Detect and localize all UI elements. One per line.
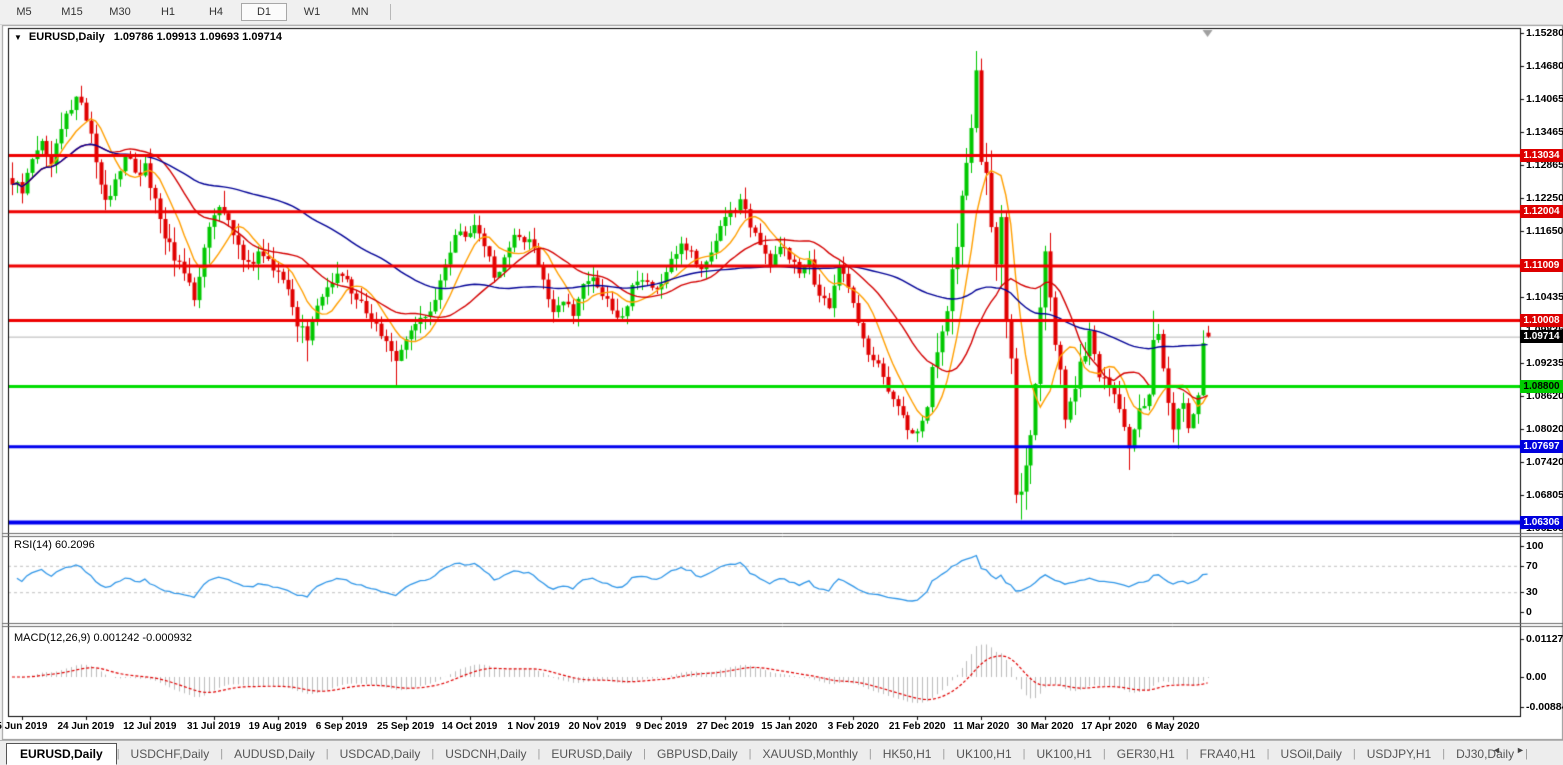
price-axis-tick: 1.08020 xyxy=(1526,423,1563,435)
chart-tab-fra40-h1[interactable]: FRA40,H1 xyxy=(1189,744,1267,764)
price-axis-tick: 1.14065 xyxy=(1526,93,1563,105)
timeframe-button-m5[interactable]: M5 xyxy=(1,3,47,21)
chart-tab-uk100-h1[interactable]: UK100,H1 xyxy=(1026,744,1103,764)
current-price-tag: 1.09714 xyxy=(1520,330,1563,343)
date-axis-label: 31 Jul 2019 xyxy=(187,721,240,732)
rsi-axis-tick: 0 xyxy=(1526,606,1532,618)
price-axis-tick: 1.11650 xyxy=(1526,225,1563,237)
chart-tab-gbpusd-daily[interactable]: GBPUSD,Daily xyxy=(646,744,749,764)
toolbar-separator xyxy=(390,4,391,20)
level-price-tag: 1.10008 xyxy=(1520,314,1563,327)
price-axis-tick: 1.12250 xyxy=(1526,192,1563,204)
level-price-tag: 1.08800 xyxy=(1520,380,1563,393)
chart-tab-usdcnh-daily[interactable]: USDCNH,Daily xyxy=(434,744,537,764)
macd-axis-tick: -0.008845 xyxy=(1526,701,1563,713)
level-price-tag: 1.06306 xyxy=(1520,516,1563,529)
date-axis-label: 30 Mar 2020 xyxy=(1017,721,1074,732)
price-axis-tick: 1.10435 xyxy=(1526,291,1563,303)
chart-tab-hk50-h1[interactable]: HK50,H1 xyxy=(872,744,943,764)
chart-tab-eurusd-daily[interactable]: EURUSD,Daily xyxy=(6,743,117,765)
timeframe-button-d1[interactable]: D1 xyxy=(241,3,287,21)
rsi-axis-tick: 30 xyxy=(1526,586,1538,598)
tab-scroll-left-button[interactable]: ◄ xyxy=(1492,745,1501,755)
date-axis-label: 17 Apr 2020 xyxy=(1081,721,1137,732)
date-axis-label: 12 Jul 2019 xyxy=(123,721,176,732)
macd-axis-tick: 0.011277 xyxy=(1526,633,1563,645)
date-axis-label: 19 Aug 2019 xyxy=(249,721,307,732)
date-axis-label: 27 Dec 2019 xyxy=(697,721,754,732)
symbol-dropdown-icon[interactable]: ▼ xyxy=(14,33,22,42)
macd-axis-tick: 0.00 xyxy=(1526,671,1546,683)
timeframe-button-h4[interactable]: H4 xyxy=(193,3,239,21)
chart-tab-usdjpy-h1[interactable]: USDJPY,H1 xyxy=(1356,744,1442,764)
date-axis-label: 25 Sep 2019 xyxy=(377,721,434,732)
chart-ohlc-header: ▼ EURUSD,Daily 1.09786 1.09913 1.09693 1.0… xyxy=(14,31,282,43)
chart-tab-dj30-daily[interactable]: DJ30,Daily xyxy=(1445,744,1525,764)
price-axis-tick: 1.06805 xyxy=(1526,489,1563,501)
chart-tab-eurusd-daily[interactable]: EURUSD,Daily xyxy=(540,744,643,764)
date-axis-label: 5 Jun 2019 xyxy=(0,721,47,732)
rsi-axis-tick: 70 xyxy=(1526,560,1538,572)
date-axis-label: 9 Dec 2019 xyxy=(636,721,688,732)
chart-tab-ger30-h1[interactable]: GER30,H1 xyxy=(1106,744,1186,764)
macd-indicator-label: MACD(12,26,9) 0.001242 -0.000932 xyxy=(14,632,192,644)
level-price-tag: 1.07697 xyxy=(1520,440,1563,453)
chart-tab-usdcad-daily[interactable]: USDCAD,Daily xyxy=(329,744,432,764)
date-axis-label: 24 Jun 2019 xyxy=(57,721,114,732)
price-axis-tick: 1.14680 xyxy=(1526,60,1563,72)
timeframe-button-m15[interactable]: M15 xyxy=(49,3,95,21)
tab-separator: | xyxy=(1525,748,1528,760)
timeframe-toolbar: M5M15M30H1H4D1W1MN xyxy=(0,0,1563,25)
rsi-indicator-label: RSI(14) 60.2096 xyxy=(14,539,95,551)
rsi-axis-tick: 100 xyxy=(1526,540,1544,552)
tab-scroll-right-button[interactable]: ► xyxy=(1516,745,1525,755)
chart-tab-usdchf-daily[interactable]: USDCHF,Daily xyxy=(120,744,221,764)
chart-tab-usoil-daily[interactable]: USOil,Daily xyxy=(1270,744,1353,764)
price-axis-tick: 1.13465 xyxy=(1526,126,1563,138)
price-chart-canvas[interactable] xyxy=(0,0,1563,765)
chart-tab-uk100-h1[interactable]: UK100,H1 xyxy=(945,744,1022,764)
level-price-tag: 1.12004 xyxy=(1520,205,1563,218)
date-axis-label: 11 Mar 2020 xyxy=(953,721,1009,732)
price-axis-tick: 1.09235 xyxy=(1526,357,1563,369)
level-price-tag: 1.11009 xyxy=(1520,259,1563,272)
date-axis-label: 1 Nov 2019 xyxy=(507,721,559,732)
chart-tab-audusd-daily[interactable]: AUDUSD,Daily xyxy=(223,744,326,764)
timeframe-button-mn[interactable]: MN xyxy=(337,3,383,21)
date-axis-label: 6 Sep 2019 xyxy=(316,721,368,732)
chart-tab-xauusd-monthly[interactable]: XAUUSD,Monthly xyxy=(751,744,868,764)
timeframe-button-w1[interactable]: W1 xyxy=(289,3,335,21)
chart-symbol-period: EURUSD,Daily xyxy=(29,31,105,43)
date-axis-label: 6 May 2020 xyxy=(1147,721,1200,732)
date-axis-label: 21 Feb 2020 xyxy=(889,721,946,732)
date-axis-label: 14 Oct 2019 xyxy=(442,721,498,732)
date-axis-label: 3 Feb 2020 xyxy=(828,721,879,732)
price-axis-tick: 1.15280 xyxy=(1526,27,1563,39)
trading-app-window: M5M15M30H1H4D1W1MN ▼ EURUSD,Daily 1.09786 … xyxy=(0,0,1563,765)
level-price-tag: 1.13034 xyxy=(1520,149,1563,162)
chart-tab-bar: EURUSD,Daily|USDCHF,Daily|AUDUSD,Daily|U… xyxy=(0,740,1563,765)
timeframe-button-h1[interactable]: H1 xyxy=(145,3,191,21)
date-axis-label: 20 Nov 2019 xyxy=(569,721,627,732)
date-axis-label: 15 Jan 2020 xyxy=(761,721,817,732)
timeframe-button-m30[interactable]: M30 xyxy=(97,3,143,21)
chart-ohlc-values: 1.09786 1.09913 1.09693 1.09714 xyxy=(114,31,282,43)
price-axis-tick: 1.07420 xyxy=(1526,456,1563,468)
